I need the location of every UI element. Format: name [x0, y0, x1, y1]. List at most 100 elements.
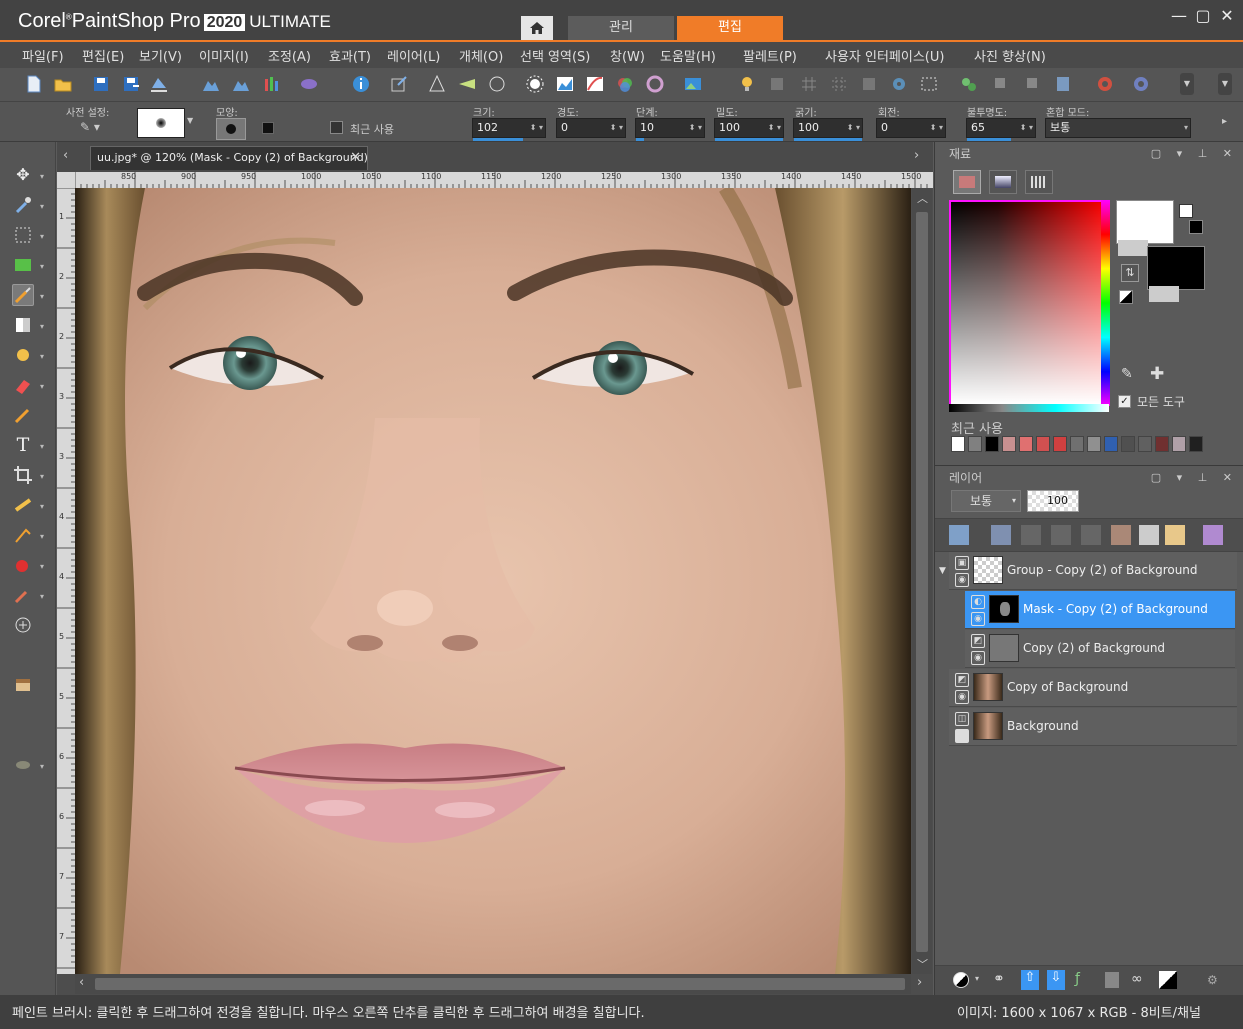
recent-color-swatch[interactable] — [1002, 436, 1016, 452]
fx-icon[interactable]: ƒ — [1075, 971, 1080, 987]
mini-background-swatch[interactable] — [1189, 220, 1203, 234]
menu-layers[interactable]: 레이어(L) — [387, 46, 440, 65]
layer-row[interactable]: ◫ Background — [949, 708, 1237, 746]
menu-edit[interactable]: 편집(E) — [82, 46, 124, 65]
recent-color-swatch[interactable] — [1036, 436, 1050, 452]
lightbulb-icon[interactable] — [736, 73, 758, 95]
adjustment-layer-icon[interactable] — [953, 972, 969, 988]
gradient-mode-button[interactable] — [989, 170, 1017, 194]
recent-color-swatch[interactable] — [1121, 436, 1135, 452]
sphere-icon[interactable] — [298, 73, 320, 95]
crop-arrow-icon[interactable]: ▾ — [40, 472, 44, 481]
recent-color-swatch[interactable] — [985, 436, 999, 452]
link-icon[interactable]: ⚭ — [993, 971, 1005, 987]
background-color-swatch[interactable] — [1147, 246, 1205, 290]
menu-selections[interactable]: 선택 영역(S) — [520, 46, 590, 65]
gradient-fill-tool-icon[interactable] — [12, 314, 34, 336]
scroll-right-icon[interactable]: › — [917, 975, 922, 990]
horizontal-scrollbar[interactable]: ‹ › — [75, 974, 922, 994]
layer-style-icon[interactable] — [1203, 525, 1223, 545]
edit-layer-icon[interactable] — [1111, 525, 1131, 545]
preset-shape-tool-icon[interactable] — [12, 254, 34, 276]
recent-use-checkbox[interactable] — [330, 121, 343, 134]
brush-preset-icon[interactable]: ✎ ▾ — [80, 120, 110, 138]
tabs-scroll-right-icon[interactable]: › — [914, 148, 919, 163]
hardness-input[interactable]: 0 ⬍ ▾ — [556, 118, 626, 138]
visibility-eye-icon[interactable]: ◉ — [971, 612, 985, 626]
value-strip[interactable] — [949, 404, 1109, 412]
preset-shape-arrow-icon[interactable]: ▾ — [40, 262, 44, 271]
link-layer-icon[interactable] — [1051, 525, 1071, 545]
gradient-arrow-icon[interactable]: ▾ — [40, 322, 44, 331]
frame-mode-button[interactable] — [953, 170, 981, 194]
crop-icon[interactable] — [200, 73, 222, 95]
tab-edit[interactable]: 편집 — [677, 16, 783, 40]
pen-arrow-icon[interactable]: ▾ — [40, 532, 44, 541]
layer-tool-2-icon[interactable] — [1022, 73, 1044, 95]
guides-icon[interactable] — [828, 73, 850, 95]
recent-color-swatch[interactable] — [1053, 436, 1067, 452]
dodge-tool-icon[interactable] — [12, 344, 34, 366]
eraser-tool-icon[interactable] — [12, 374, 34, 396]
visibility-box-icon[interactable] — [955, 729, 969, 743]
paint-brush-tool-icon[interactable] — [12, 284, 34, 306]
layer-opacity-input[interactable]: 100 — [1027, 490, 1079, 512]
brush-tip-dropdown-icon[interactable]: ▼ — [187, 116, 193, 125]
save-icon[interactable] — [90, 73, 112, 95]
layer-row[interactable]: ◩ ◉ Copy (2) of Background — [965, 630, 1235, 668]
perspective-icon[interactable] — [426, 73, 448, 95]
invert-mask-icon[interactable] — [1159, 971, 1177, 989]
layer-tool-icon[interactable] — [990, 73, 1012, 95]
straighten-icon[interactable] — [456, 73, 478, 95]
levels-icon[interactable] — [260, 73, 282, 95]
document-tab[interactable]: uu.jpg* @ 120% (Mask - Copy (2) of Backg… — [90, 146, 368, 170]
adjustment-dropdown-icon[interactable]: ▾ — [975, 974, 979, 983]
vertical-ruler[interactable]: 1 2 2 3 3 4 4 5 5 6 6 7 7 — [57, 188, 75, 974]
background-texture-icons[interactable] — [1149, 286, 1179, 302]
recent-color-swatch[interactable] — [1172, 436, 1186, 452]
clone-tool-icon[interactable] — [12, 584, 34, 606]
grid-icon[interactable] — [798, 73, 820, 95]
mesh-icon[interactable] — [486, 73, 508, 95]
tool-a-icon[interactable] — [766, 73, 788, 95]
settings-gear-icon[interactable] — [888, 73, 910, 95]
menu-view[interactable]: 보기(V) — [139, 46, 182, 65]
visibility-eye-icon[interactable]: ◉ — [971, 651, 985, 665]
snap-icon[interactable] — [858, 73, 880, 95]
scroll-up-icon[interactable]: ︿ — [917, 190, 928, 206]
lock-layer-icon[interactable] — [1081, 525, 1101, 545]
preferences-gear-icon[interactable] — [1130, 73, 1152, 95]
layer-properties-icon[interactable] — [1165, 525, 1185, 545]
script-icon[interactable] — [1052, 73, 1074, 95]
layers-panel-controls[interactable]: ▢ ▾ ⊥ ✕ — [1151, 466, 1238, 490]
hue-slider[interactable] — [1101, 200, 1110, 406]
hue-icon[interactable] — [644, 73, 666, 95]
layers-link-icon[interactable] — [958, 73, 980, 95]
crop-tool-icon[interactable] — [12, 464, 34, 486]
edit-frame-icon[interactable] — [388, 73, 410, 95]
undo-history-icon[interactable] — [148, 73, 170, 95]
close-button[interactable]: ✕ — [1217, 6, 1237, 26]
visibility-eye-icon[interactable]: ◉ — [955, 573, 969, 587]
layer-row[interactable]: ▣ ◉ Group - Copy (2) of Background — [949, 552, 1237, 590]
menu-help[interactable]: 도움말(H) — [660, 46, 716, 65]
home-tab[interactable] — [521, 16, 553, 40]
step-input[interactable]: 10 ⬍ ▾ — [635, 118, 705, 141]
delete-layer-icon[interactable] — [1139, 525, 1159, 545]
recent-color-swatch[interactable] — [1155, 436, 1169, 452]
density-input[interactable]: 100 ⬍ ▾ — [714, 118, 784, 141]
thickness-input[interactable]: 100 ⬍ ▾ — [793, 118, 863, 141]
recent-color-swatch[interactable] — [1087, 436, 1101, 452]
layer-row[interactable]: ◐ ◉ Mask - Copy (2) of Background — [965, 591, 1235, 629]
new-file-icon[interactable] — [22, 73, 44, 95]
art-brush-tool-icon[interactable] — [12, 404, 34, 426]
merge-icon[interactable] — [1105, 972, 1119, 988]
all-tools-checkbox[interactable]: ✓ — [1118, 395, 1131, 408]
tabs-scroll-left-icon[interactable]: ‹ — [63, 148, 68, 163]
resize-icon[interactable] — [230, 73, 252, 95]
menu-adjust[interactable]: 조정(A) — [268, 46, 311, 65]
eraser-arrow-icon[interactable]: ▾ — [40, 382, 44, 391]
toolbar-dropdown-icon[interactable]: ▼ — [1180, 73, 1194, 95]
move-layer-up-icon[interactable]: ⇧ — [1021, 970, 1039, 990]
rotation-input[interactable]: 0 ⬍ ▾ — [876, 118, 946, 138]
